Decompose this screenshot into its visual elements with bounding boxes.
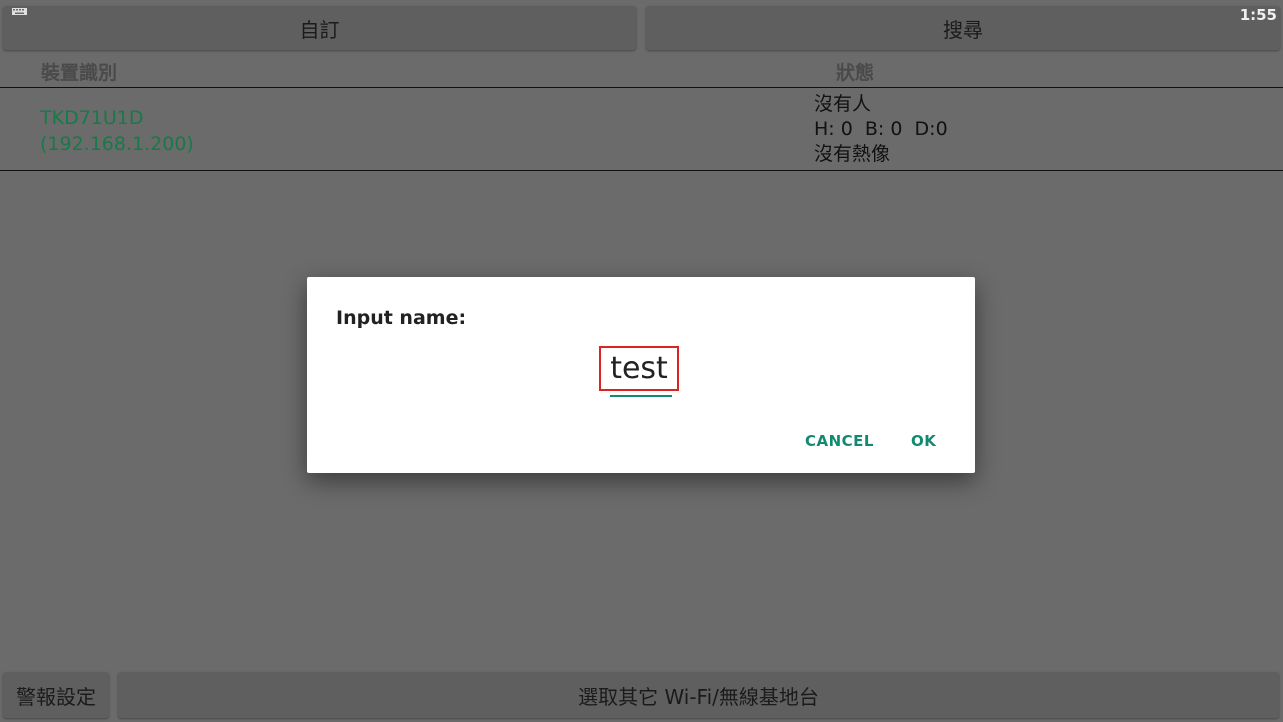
input-name-dialog: Input name: CANCEL OK bbox=[307, 277, 975, 473]
alarm-settings-label: 警報設定 bbox=[16, 684, 96, 709]
alarm-settings-button[interactable]: 警報設定 bbox=[3, 672, 109, 718]
select-wifi-label: 選取其它 Wi-Fi/無線基地台 bbox=[578, 684, 819, 709]
name-input[interactable] bbox=[601, 348, 677, 389]
cancel-button[interactable]: CANCEL bbox=[805, 432, 874, 450]
dialog-scrim: Input name: CANCEL OK bbox=[0, 0, 1283, 722]
select-wifi-button[interactable]: 選取其它 Wi-Fi/無線基地台 bbox=[118, 672, 1279, 718]
dialog-title: Input name: bbox=[336, 307, 467, 329]
input-underline bbox=[610, 395, 672, 397]
input-highlight-box bbox=[599, 346, 679, 391]
ok-button[interactable]: OK bbox=[911, 432, 936, 450]
